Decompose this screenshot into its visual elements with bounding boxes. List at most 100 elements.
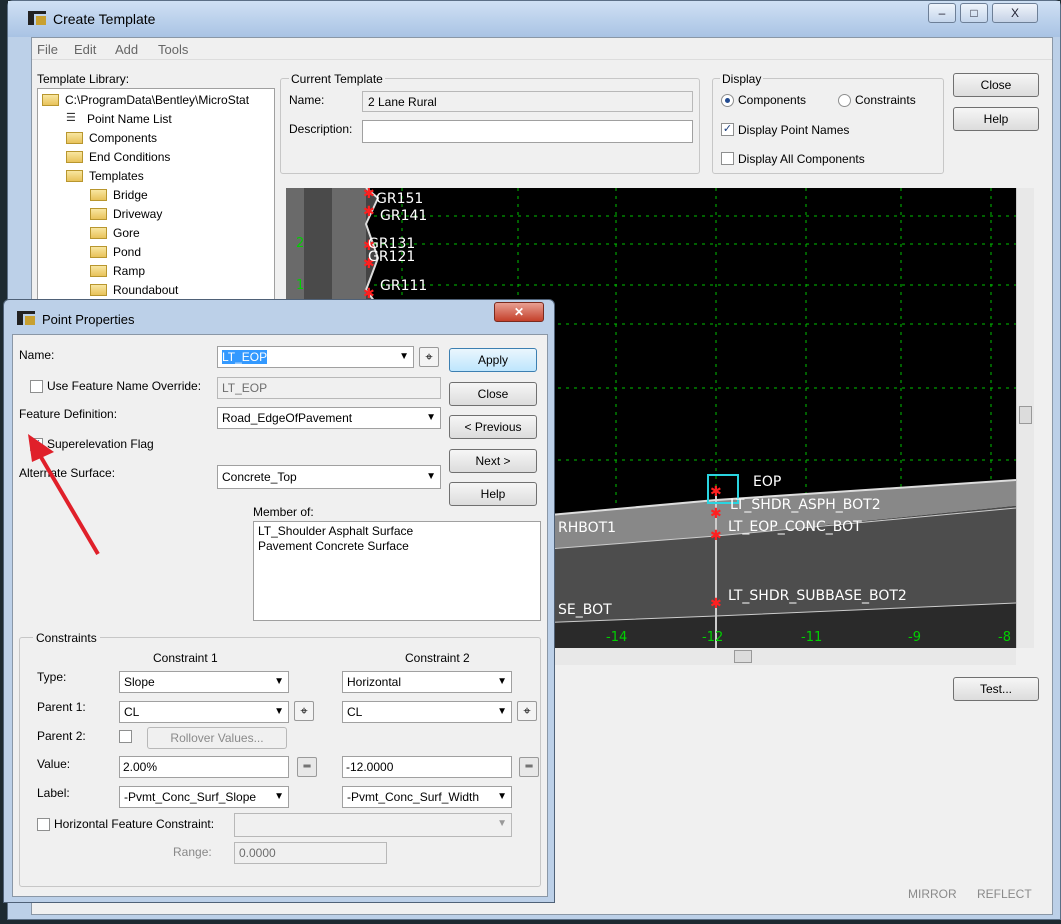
range-field[interactable]: 0.0000 — [234, 842, 387, 864]
template-library-tree[interactable]: C:\ProgramData\Bentley\MicroStat ☰ Point … — [37, 88, 275, 318]
horizontal-scroll-thumb[interactable] — [734, 650, 752, 663]
components-radio[interactable] — [721, 94, 734, 107]
c2-value-input[interactable]: -12.0000 — [342, 756, 512, 778]
chevron-down-icon: ▼ — [426, 412, 436, 423]
hfc-combo[interactable]: ▼ — [234, 813, 512, 837]
range-label: Range: — [173, 845, 212, 859]
x-tick-label: -12 — [702, 630, 724, 645]
mirror-label[interactable]: MIRROR — [908, 887, 957, 901]
c2-parent1-combo[interactable]: CL ▼ — [342, 701, 512, 723]
tree-item-bridge[interactable]: Bridge — [90, 188, 148, 202]
list-item[interactable]: LT_Shoulder Asphalt Surface — [258, 524, 536, 539]
x-tick-label: -9 — [908, 630, 921, 645]
description-input[interactable] — [362, 120, 693, 143]
svg-text:✱: ✱ — [710, 484, 722, 500]
components-radio-label: Components — [738, 93, 807, 107]
point-label: RHBOT1 — [558, 520, 617, 536]
c1-label-combo[interactable]: -Pvmt_Conc_Surf_Slope ▼ — [119, 786, 289, 808]
maximize-button[interactable]: □ — [960, 3, 988, 23]
point-label: LT_SHDR_ASPH_BOT2 — [730, 497, 881, 513]
tree-item-ramp[interactable]: Ramp — [90, 264, 145, 278]
vertical-scroll-thumb[interactable] — [1019, 406, 1032, 424]
override-field[interactable]: LT_EOP — [217, 377, 441, 399]
folder-icon — [66, 132, 83, 144]
pick-point-icon[interactable]: ⌖ — [419, 347, 439, 367]
display-point-names-label: Display Point Names — [738, 123, 850, 137]
parent2-checkbox[interactable] — [119, 730, 132, 743]
use-override-checkbox[interactable] — [30, 380, 43, 393]
c1-parent1-combo[interactable]: CL ▼ — [119, 701, 289, 723]
svg-text:✱: ✱ — [710, 596, 722, 612]
point-label: GR121 — [368, 249, 416, 265]
list-icon: ☰ — [66, 112, 76, 124]
tree-item-roundabout[interactable]: Roundabout — [90, 283, 178, 297]
c2-label-combo[interactable]: -Pvmt_Conc_Surf_Width ▼ — [342, 786, 512, 808]
c2-type-value: Horizontal — [347, 675, 402, 689]
apply-button[interactable]: Apply — [449, 348, 537, 372]
c2-parent1-value: CL — [347, 705, 363, 719]
c1-value-input[interactable]: 2.00% — [119, 756, 289, 778]
minimize-button[interactable]: – — [928, 3, 956, 23]
description-label: Description: — [289, 122, 353, 136]
display-point-names-checkbox[interactable]: ✓ — [721, 123, 734, 136]
feature-def-value: Road_EdgeOfPavement — [222, 411, 353, 425]
tree-item-point-name-list[interactable]: ☰ Point Name List — [66, 112, 172, 126]
c2-type-combo[interactable]: Horizontal ▼ — [342, 671, 512, 693]
pp-help-button[interactable]: Help — [449, 482, 537, 506]
constraints-radio-label: Constraints — [855, 93, 916, 107]
display-all-components-checkbox[interactable] — [721, 152, 734, 165]
previous-button[interactable]: < Previous — [449, 415, 537, 439]
c1-type-combo[interactable]: Slope ▼ — [119, 671, 289, 693]
tree-item-gore[interactable]: Gore — [90, 226, 140, 240]
chevron-down-icon: ▼ — [497, 676, 507, 687]
pp-close-button[interactable]: Close — [449, 382, 537, 406]
point-label: SE_BOT — [558, 602, 612, 618]
tree-item-label: Components — [89, 131, 158, 145]
constraints-radio[interactable] — [838, 94, 851, 107]
tree-item-label: Driveway — [113, 207, 163, 221]
menu-add[interactable]: Add — [115, 42, 138, 57]
list-item[interactable]: Pavement Concrete Surface — [258, 539, 536, 554]
reflect-label[interactable]: REFLECT — [977, 887, 1032, 901]
tree-item-label: Ramp — [113, 264, 146, 278]
tree-item-end-conditions[interactable]: End Conditions — [66, 150, 170, 164]
close-button[interactable]: Close — [953, 73, 1039, 97]
alt-surface-combo[interactable]: Concrete_Top ▼ — [217, 465, 441, 489]
x-tick-label: -11 — [801, 630, 823, 645]
menu-tools[interactable]: Tools — [158, 42, 188, 57]
title-bar[interactable]: Create Template – □ X — [8, 1, 1060, 37]
pp-name-label: Name: — [19, 348, 55, 362]
tree-item-driveway[interactable]: Driveway — [90, 207, 162, 221]
pick-parent-icon[interactable]: ⌖ — [517, 701, 537, 721]
feature-def-combo[interactable]: Road_EdgeOfPavement ▼ — [217, 407, 441, 429]
chevron-down-icon: ▼ — [497, 706, 507, 717]
tree-item-pond[interactable]: Pond — [90, 245, 141, 259]
vertical-scrollbar[interactable] — [1016, 188, 1034, 648]
hfc-checkbox[interactable] — [37, 818, 50, 831]
pick-parent-icon[interactable]: ⌖ — [294, 701, 314, 721]
type-label: Type: — [37, 670, 67, 684]
tree-item-templates[interactable]: Templates — [66, 169, 144, 183]
close-window-button[interactable]: X — [992, 3, 1038, 23]
chevron-down-icon: ▼ — [399, 351, 409, 362]
dialog-close-button[interactable]: ✕ — [494, 302, 544, 322]
next-button[interactable]: Next > — [449, 449, 537, 473]
member-of-list[interactable]: LT_Shoulder Asphalt Surface Pavement Con… — [253, 521, 541, 621]
tree-item-components[interactable]: Components — [66, 131, 157, 145]
constraint2-header: Constraint 2 — [405, 651, 470, 665]
point-label: LT_SHDR_SUBBASE_BOT2 — [728, 588, 907, 604]
test-button[interactable]: Test... — [953, 677, 1039, 701]
tree-root[interactable]: C:\ProgramData\Bentley\MicroStat — [42, 93, 249, 107]
rollover-values-button[interactable]: Rollover Values... — [147, 727, 287, 749]
menu-file[interactable]: File — [37, 42, 58, 57]
chevron-down-icon: ▼ — [274, 676, 284, 687]
svg-text:✱: ✱ — [363, 188, 375, 202]
menu-edit[interactable]: Edit — [74, 42, 96, 57]
pp-name-value: LT_EOP — [222, 350, 268, 364]
template-name-field[interactable]: 2 Lane Rural — [362, 91, 693, 112]
pp-name-combo[interactable]: LT_EOP ▼ — [217, 346, 414, 368]
tree-item-label: End Conditions — [89, 150, 171, 164]
help-button[interactable]: Help — [953, 107, 1039, 131]
equation-icon[interactable]: ═ — [297, 757, 317, 777]
equation-icon[interactable]: ═ — [519, 757, 539, 777]
